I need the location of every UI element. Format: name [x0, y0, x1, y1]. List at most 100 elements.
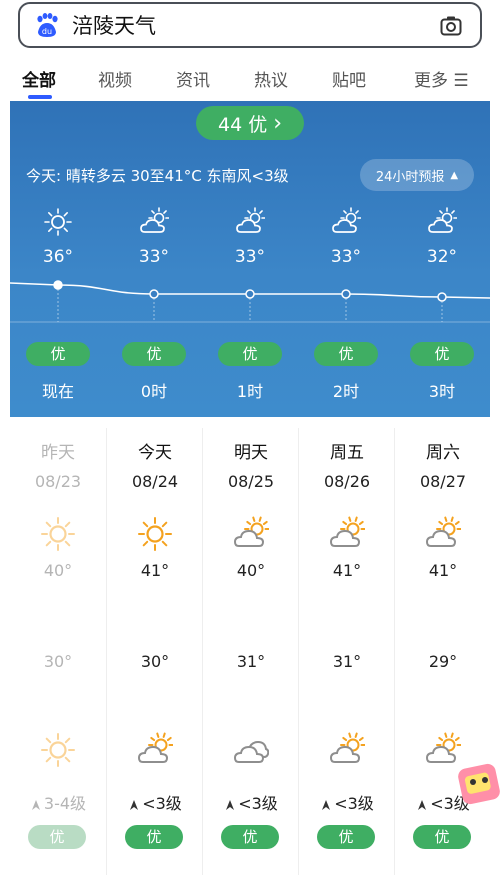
- hour-temp: 36°: [42, 247, 74, 267]
- wind-level: <3级: [238, 794, 278, 813]
- sun-icon: [40, 516, 76, 552]
- hour-temp-point: [437, 292, 447, 302]
- search-bar[interactable]: du 涪陵天气: [18, 2, 482, 48]
- caret-up-icon: ▲: [450, 169, 459, 181]
- partly-cloudy-icon: [425, 516, 462, 552]
- day-aqi-badge: 优: [28, 825, 86, 849]
- day-aqi-badge: 优: [317, 825, 375, 849]
- baidu-paw-icon: du: [34, 12, 60, 38]
- hourly-temp-curve: [10, 280, 490, 323]
- partly-cloudy-icon: [427, 207, 458, 237]
- day-temp-point: [437, 639, 447, 649]
- partly-cloudy-icon: [139, 207, 170, 237]
- day-column[interactable]: 周五 08/26 41° 31° <3级 优: [298, 428, 394, 875]
- hour-temp: 33°: [234, 247, 266, 267]
- wind-arrow-icon: [224, 794, 238, 813]
- sun-icon: [137, 516, 173, 552]
- day-aqi-badge: 优: [413, 825, 471, 849]
- day-low-temp: 30°: [43, 652, 73, 671]
- hour-temp-point: [149, 289, 159, 299]
- search-input[interactable]: 涪陵天气: [72, 10, 156, 40]
- hourly-weather-panel: 44 优 › 今天: 晴转多云 30至41°C 东南风<3级 24小时预报 ▲ …: [10, 101, 490, 417]
- day-temp-point: [53, 635, 63, 645]
- partly-cloudy-icon: [425, 732, 462, 768]
- hour-label: 现在: [41, 382, 74, 401]
- wind-info: <3级: [203, 790, 299, 814]
- day-high-temp: 41°: [140, 561, 170, 580]
- partly-cloudy-icon: [137, 732, 174, 768]
- tab-tieba[interactable]: 贴吧: [332, 66, 366, 91]
- tab-all[interactable]: 全部: [22, 66, 56, 91]
- tab-video[interactable]: 视频: [98, 66, 132, 91]
- hour-temp-point: [341, 289, 351, 299]
- wind-level: 3-4级: [43, 794, 87, 813]
- day-high-temp: 40°: [236, 561, 266, 580]
- chevron-right-icon: ›: [273, 110, 283, 136]
- daily-forecast: 昨天 08/23 40° 30° 3-4级 优 今天 08/24 41° 30°…: [10, 428, 490, 875]
- day-name: 明天: [234, 443, 268, 463]
- tab-discussion[interactable]: 热议: [254, 66, 288, 91]
- wind-info: 3-4级: [10, 790, 106, 814]
- hour-aqi-badge: 优: [410, 342, 474, 366]
- hour-column: 33°: [210, 207, 290, 267]
- day-name: 昨天: [41, 443, 75, 463]
- partly-cloudy-icon: [233, 516, 270, 552]
- wind-arrow-icon: [416, 794, 430, 813]
- 24h-forecast-button[interactable]: 24小时预报 ▲: [360, 159, 474, 191]
- hour-temp: 33°: [138, 247, 170, 267]
- hour-label: 1时: [236, 382, 264, 401]
- wind-info: <3级: [299, 790, 395, 814]
- hour-label: 0时: [140, 382, 168, 401]
- aqi-badge[interactable]: 44 优 ›: [196, 106, 304, 140]
- partly-cloudy-icon: [235, 207, 266, 237]
- day-date: 08/27: [419, 472, 467, 491]
- forecast-button-label: 24小时预报: [375, 169, 445, 185]
- svg-text:du: du: [42, 27, 52, 36]
- hour-temp-point: [53, 280, 63, 290]
- day-temp-point: [341, 631, 351, 641]
- today-summary: 今天: 晴转多云 30至41°C 东南风<3级: [26, 167, 289, 185]
- day-aqi-badge: 优: [221, 825, 279, 849]
- day-low-temp: 31°: [332, 652, 362, 671]
- sticker-decoration: [458, 760, 500, 822]
- hour-label: 3时: [428, 382, 456, 401]
- hour-aqi-badge: 优: [26, 342, 90, 366]
- hour-column: 33°: [306, 207, 386, 267]
- day-temp-point: [437, 582, 447, 592]
- day-high-temp: 41°: [428, 561, 458, 580]
- tab-bar: 全部 视频 资讯 热议 贴吧 更多 ☰: [0, 58, 500, 99]
- hour-temp: 32°: [426, 247, 458, 267]
- hour-label: 2时: [332, 382, 360, 401]
- day-date: 08/26: [323, 472, 371, 491]
- day-column[interactable]: 明天 08/25 40° 31° <3级 优: [202, 428, 298, 875]
- day-aqi-badge: 优: [125, 825, 183, 849]
- day-low-temp: 31°: [236, 652, 266, 671]
- day-temp-point: [245, 586, 255, 596]
- wind-level: <3级: [142, 794, 182, 813]
- partly-cloudy-icon: [329, 732, 366, 768]
- day-date: 08/23: [34, 472, 82, 491]
- hour-temp: 33°: [330, 247, 362, 267]
- tab-news[interactable]: 资讯: [176, 66, 210, 91]
- hour-aqi-badge: 优: [218, 342, 282, 366]
- day-date: 08/25: [227, 472, 275, 491]
- wind-arrow-icon: [128, 794, 142, 813]
- active-tab-indicator: [28, 95, 52, 99]
- day-column[interactable]: 今天 08/24 41° 30° <3级 优: [106, 428, 202, 875]
- hour-aqi-badge: 优: [314, 342, 378, 366]
- wind-arrow-icon: [30, 794, 44, 813]
- day-name: 今天: [138, 443, 172, 463]
- day-name: 周五: [330, 443, 364, 463]
- aqi-label: 44 优: [217, 113, 268, 136]
- hour-column: 36°: [18, 207, 98, 267]
- day-name: 周六: [426, 443, 460, 463]
- hour-temp-point: [245, 289, 255, 299]
- camera-icon[interactable]: [440, 15, 462, 37]
- cloudy-icon: [233, 732, 270, 768]
- day-high-temp: 40°: [43, 561, 73, 580]
- tab-more[interactable]: 更多 ☰: [414, 66, 469, 91]
- hour-aqi-badge: 优: [122, 342, 186, 366]
- day-low-temp: 29°: [428, 652, 458, 671]
- sun-icon: [40, 732, 76, 768]
- day-column[interactable]: 昨天 08/23 40° 30° 3-4级 优: [10, 428, 106, 875]
